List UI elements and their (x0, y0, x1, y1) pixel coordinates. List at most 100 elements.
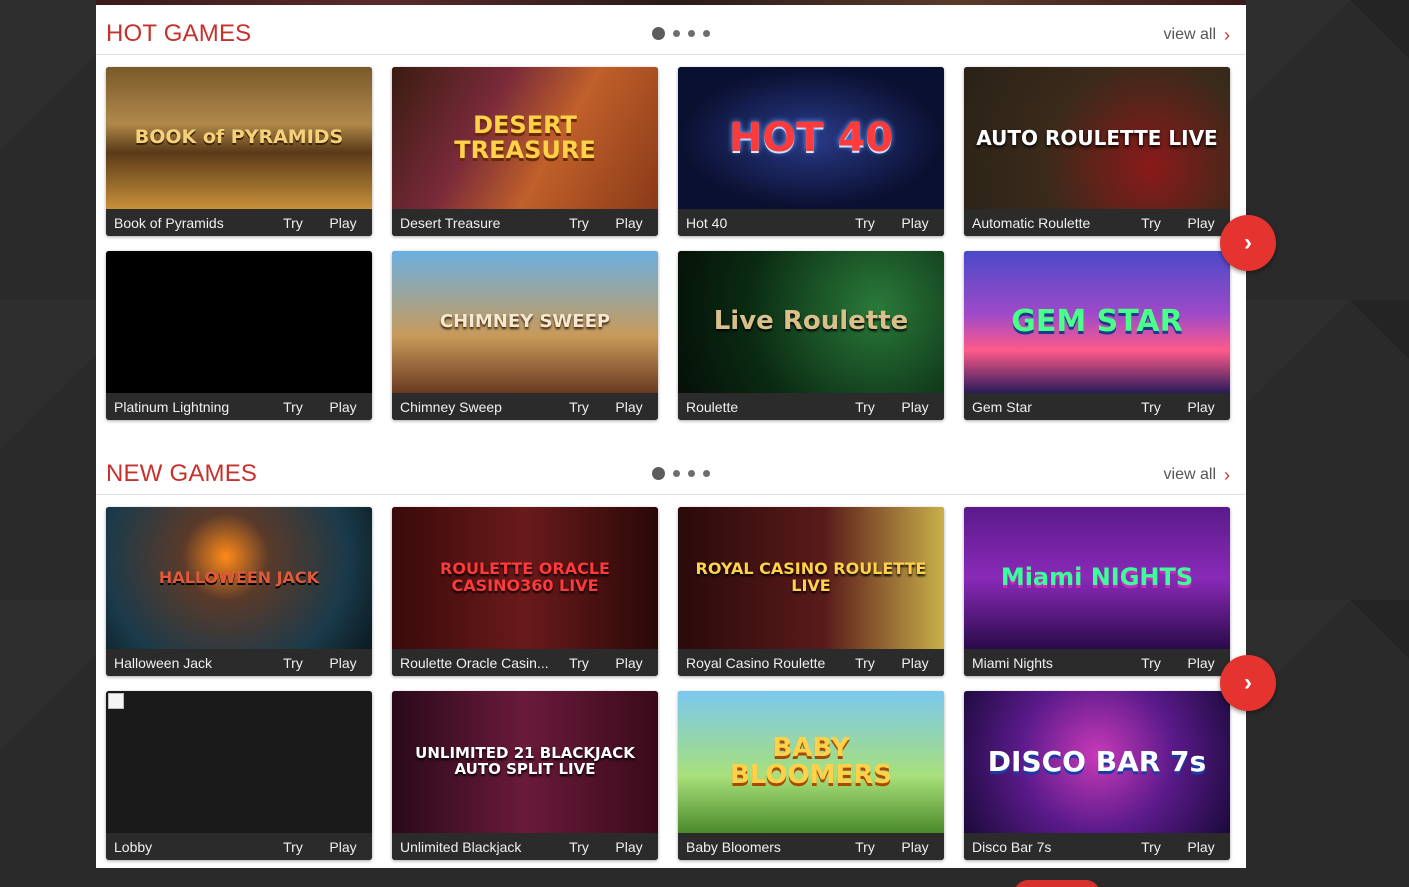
carousel-dot-3[interactable] (688, 470, 695, 477)
game-thumbnail[interactable]: DESERT TREASURE (392, 67, 658, 209)
carousel-dot-1[interactable] (652, 467, 665, 480)
game-card-bar: Royal Casino Roulette Try Play (678, 649, 944, 676)
game-thumbnail[interactable]: CHIMNEY SWEEP (392, 251, 658, 393)
game-card[interactable]: Platinum Lightning Try Play (106, 251, 372, 420)
game-card[interactable]: AUTO ROULETTE LIVE Automatic Roulette Try P… (964, 67, 1230, 236)
play-button[interactable]: Play (1176, 399, 1226, 415)
play-button[interactable]: Play (890, 655, 940, 671)
try-button[interactable]: Try (268, 839, 318, 855)
game-thumbnail[interactable]: GEM STAR (964, 251, 1230, 393)
hot-games-view-all-link[interactable]: view all › (1164, 26, 1230, 44)
game-art-title: GEM STAR (1011, 304, 1183, 340)
game-thumbnail[interactable]: HOT 40 (678, 67, 944, 209)
broken-image-icon (108, 693, 124, 709)
game-thumbnail[interactable]: BABY BLOOMERS (678, 691, 944, 833)
carousel-dot-4[interactable] (703, 30, 710, 37)
game-card[interactable]: ROYAL CASINO ROULETTE LIVE Royal Casino R… (678, 507, 944, 676)
game-name: Disco Bar 7s (972, 838, 1052, 855)
game-thumbnail[interactable]: ROYAL CASINO ROULETTE LIVE (678, 507, 944, 649)
game-card[interactable]: BABY BLOOMERS Baby Bloomers Try Play (678, 691, 944, 860)
try-button[interactable]: Try (268, 215, 318, 231)
game-name: Desert Treasure (400, 214, 501, 231)
play-button[interactable]: Play (318, 215, 368, 231)
game-thumbnail[interactable]: Miami NIGHTS (964, 507, 1230, 649)
try-button[interactable]: Try (1126, 399, 1176, 415)
game-thumbnail[interactable]: UNLIMITED 21 BLACKJACK AUTO SPLIT LIVE (392, 691, 658, 833)
play-button[interactable]: Play (1176, 839, 1226, 855)
carousel-dot-2[interactable] (673, 30, 680, 37)
try-button[interactable]: Try (554, 839, 604, 855)
game-name: Hot 40 (686, 214, 728, 231)
play-button[interactable]: Play (604, 655, 654, 671)
game-thumbnail[interactable]: DISCO BAR 7s (964, 691, 1230, 833)
try-button[interactable]: Try (554, 215, 604, 231)
game-thumbnail[interactable]: AUTO ROULETTE LIVE (964, 67, 1230, 209)
game-card[interactable]: HOT 40 Hot 40 Try Play (678, 67, 944, 236)
new-games-view-all-link[interactable]: view all › (1164, 466, 1230, 484)
game-name: Platinum Lightning (114, 398, 230, 415)
game-art-title: HALLOWEEN JACK (158, 567, 320, 587)
play-button[interactable]: Play (1176, 215, 1226, 231)
game-thumbnail[interactable]: HALLOWEEN JACK (106, 507, 372, 649)
try-button[interactable]: Try (554, 399, 604, 415)
play-button[interactable]: Play (318, 655, 368, 671)
game-card[interactable]: HALLOWEEN JACK Halloween Jack Try Play (106, 507, 372, 676)
game-card[interactable]: ROULETTE ORACLE CASINO360 LIVE Roulette O… (392, 507, 658, 676)
play-button[interactable]: Play (1176, 655, 1226, 671)
try-button[interactable]: Try (268, 655, 318, 671)
hot-games-next-button[interactable]: › (1220, 215, 1276, 271)
game-card-bar: Automatic Roulette Try Play (964, 209, 1230, 236)
carousel-dot-1[interactable] (652, 27, 665, 40)
play-button[interactable]: Play (890, 399, 940, 415)
new-games-next-button[interactable]: › (1220, 655, 1276, 711)
game-name: Unlimited Blackjack (400, 838, 522, 855)
game-name: Baby Bloomers (686, 838, 781, 855)
try-button[interactable]: Try (840, 655, 890, 671)
game-thumbnail[interactable]: Live Roulette (678, 251, 944, 393)
game-thumbnail[interactable] (106, 251, 372, 393)
play-button[interactable]: Play (890, 839, 940, 855)
game-name: Automatic Roulette (972, 214, 1091, 231)
play-button[interactable]: Play (890, 215, 940, 231)
play-button[interactable]: Play (318, 839, 368, 855)
play-button[interactable]: Play (604, 399, 654, 415)
bottom-tab-button[interactable] (1014, 880, 1100, 887)
game-name: Lobby (114, 838, 153, 855)
try-button[interactable]: Try (840, 215, 890, 231)
game-card[interactable]: Live Roulette Roulette Try Play (678, 251, 944, 420)
game-card[interactable]: UNLIMITED 21 BLACKJACK AUTO SPLIT LIVE Un… (392, 691, 658, 860)
play-button[interactable]: Play (604, 839, 654, 855)
game-name: Roulette (686, 398, 739, 415)
play-button[interactable]: Play (604, 215, 654, 231)
try-button[interactable]: Try (1126, 215, 1176, 231)
try-button[interactable]: Try (1126, 655, 1176, 671)
carousel-dot-3[interactable] (688, 30, 695, 37)
try-button[interactable]: Try (554, 655, 604, 671)
game-thumbnail[interactable] (106, 691, 372, 833)
games-panel: HOT GAMES view all › BOOK of PYRAMIDS Boo… (96, 5, 1246, 868)
game-name: Halloween Jack (114, 654, 213, 671)
try-button[interactable]: Try (840, 399, 890, 415)
view-all-label: view all (1163, 466, 1216, 483)
hot-games-title: HOT GAMES (106, 20, 252, 47)
try-button[interactable]: Try (1126, 839, 1176, 855)
game-card[interactable]: CHIMNEY SWEEP Chimney Sweep Try Play (392, 251, 658, 420)
try-button[interactable]: Try (840, 839, 890, 855)
carousel-dot-2[interactable] (673, 470, 680, 477)
game-card[interactable]: GEM STAR Gem Star Try Play (964, 251, 1230, 420)
play-button[interactable]: Play (318, 399, 368, 415)
game-card[interactable]: BOOK of PYRAMIDS Book of Pyramids Try Play (106, 67, 372, 236)
game-card[interactable]: DISCO BAR 7s Disco Bar 7s Try Play (964, 691, 1230, 860)
game-art-title: Miami NIGHTS (1000, 563, 1194, 592)
game-art-title: Live Roulette (713, 306, 909, 337)
game-thumbnail[interactable]: ROULETTE ORACLE CASINO360 LIVE (392, 507, 658, 649)
carousel-dot-4[interactable] (703, 470, 710, 477)
game-art-title: UNLIMITED 21 BLACKJACK AUTO SPLIT LIVE (415, 744, 635, 778)
game-card[interactable]: Lobby Try Play (106, 691, 372, 860)
game-card-bar: Roulette Try Play (678, 393, 944, 420)
try-button[interactable]: Try (268, 399, 318, 415)
game-name: Book of Pyramids (114, 214, 224, 231)
game-thumbnail[interactable]: BOOK of PYRAMIDS (106, 67, 372, 209)
game-card[interactable]: DESERT TREASURE Desert Treasure Try Play (392, 67, 658, 236)
game-card[interactable]: Miami NIGHTS Miami Nights Try Play (964, 507, 1230, 676)
